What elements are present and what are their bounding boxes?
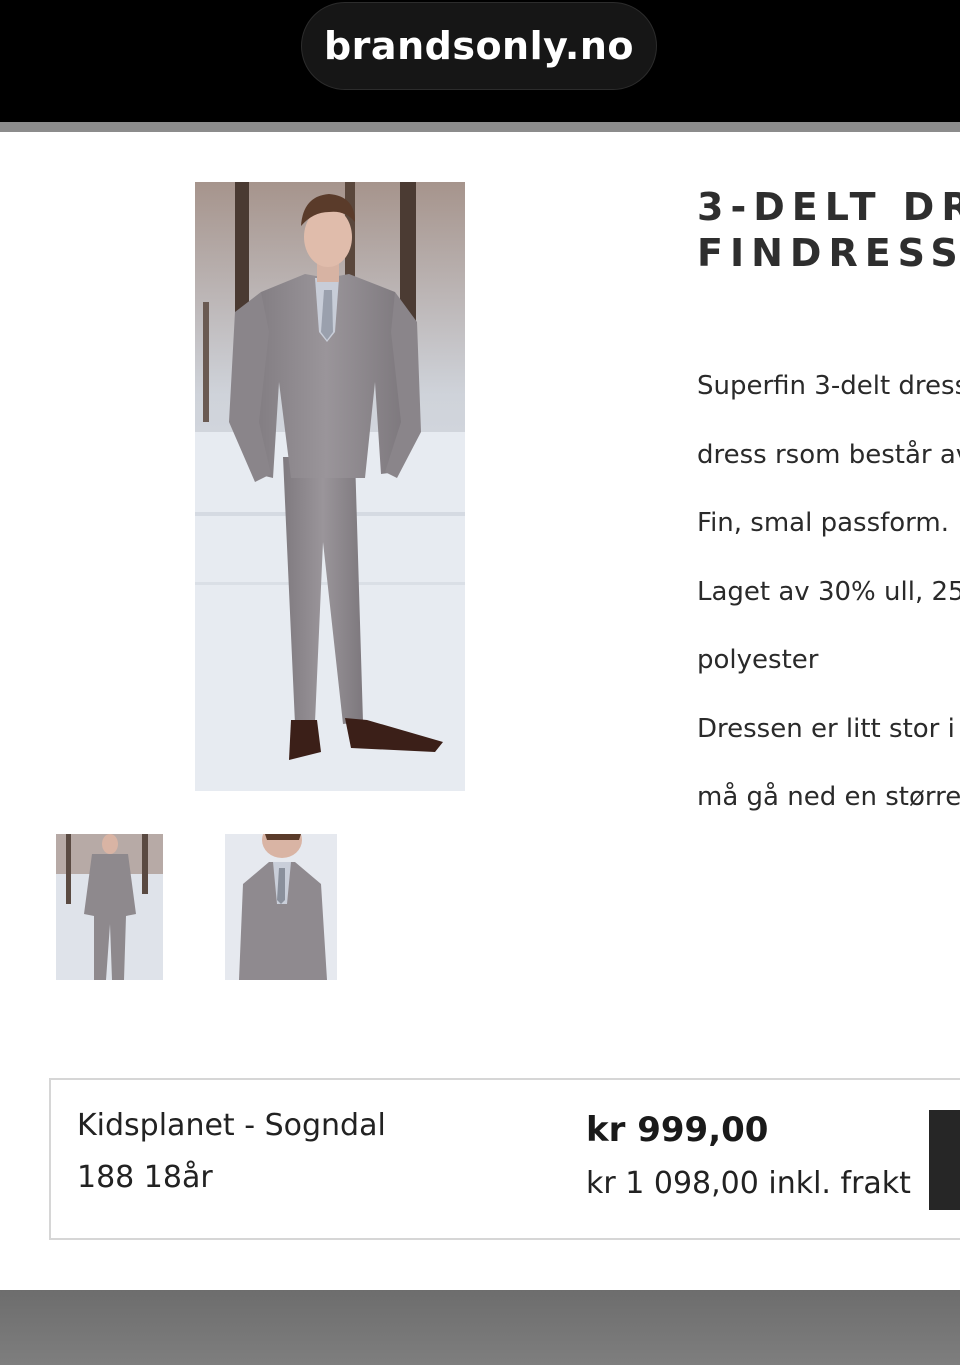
buy-button[interactable] bbox=[929, 1110, 960, 1210]
description-line: Dressen er litt stor i . bbox=[697, 713, 960, 744]
description-line: Fin, smal passform. . bbox=[697, 508, 960, 538]
product-thumbnail-1[interactable] bbox=[56, 834, 163, 980]
store-name: Kidsplanet - Sogndal bbox=[77, 1108, 386, 1143]
product-modal: 3-DELT DR FINDRESS Superfin 3-delt dress… bbox=[0, 132, 960, 1290]
background-page-bottom bbox=[0, 1290, 960, 1365]
description-line: Superfin 3-delt dress bbox=[697, 371, 960, 401]
product-size: 188 18år bbox=[77, 1160, 213, 1195]
description-line: polyester bbox=[697, 645, 819, 675]
offer-box: Kidsplanet - Sogndal 188 18år kr 999,00 … bbox=[49, 1078, 960, 1240]
browser-top-bar: brandsonly.no bbox=[0, 0, 960, 122]
product-main-image[interactable] bbox=[195, 182, 465, 791]
product-description: Superfin 3-delt dress dress rsom består … bbox=[697, 364, 960, 844]
description-line: Laget av 30% ull, 25 bbox=[697, 576, 960, 607]
price: kr 999,00 bbox=[586, 1110, 769, 1150]
product-title-line-1: 3-DELT DR bbox=[697, 185, 960, 229]
price-with-shipping: kr 1 098,00 inkl. frakt bbox=[586, 1166, 911, 1201]
product-title-line-2: FINDRESS bbox=[697, 231, 960, 275]
description-line: må gå ned en større bbox=[697, 782, 960, 812]
background-page-edge bbox=[0, 122, 960, 132]
product-title: 3-DELT DR FINDRESS bbox=[697, 184, 960, 276]
description-line: dress rsom består av bbox=[697, 439, 960, 470]
product-thumbnail-2[interactable] bbox=[225, 834, 337, 980]
url-bar[interactable]: brandsonly.no bbox=[301, 2, 657, 90]
